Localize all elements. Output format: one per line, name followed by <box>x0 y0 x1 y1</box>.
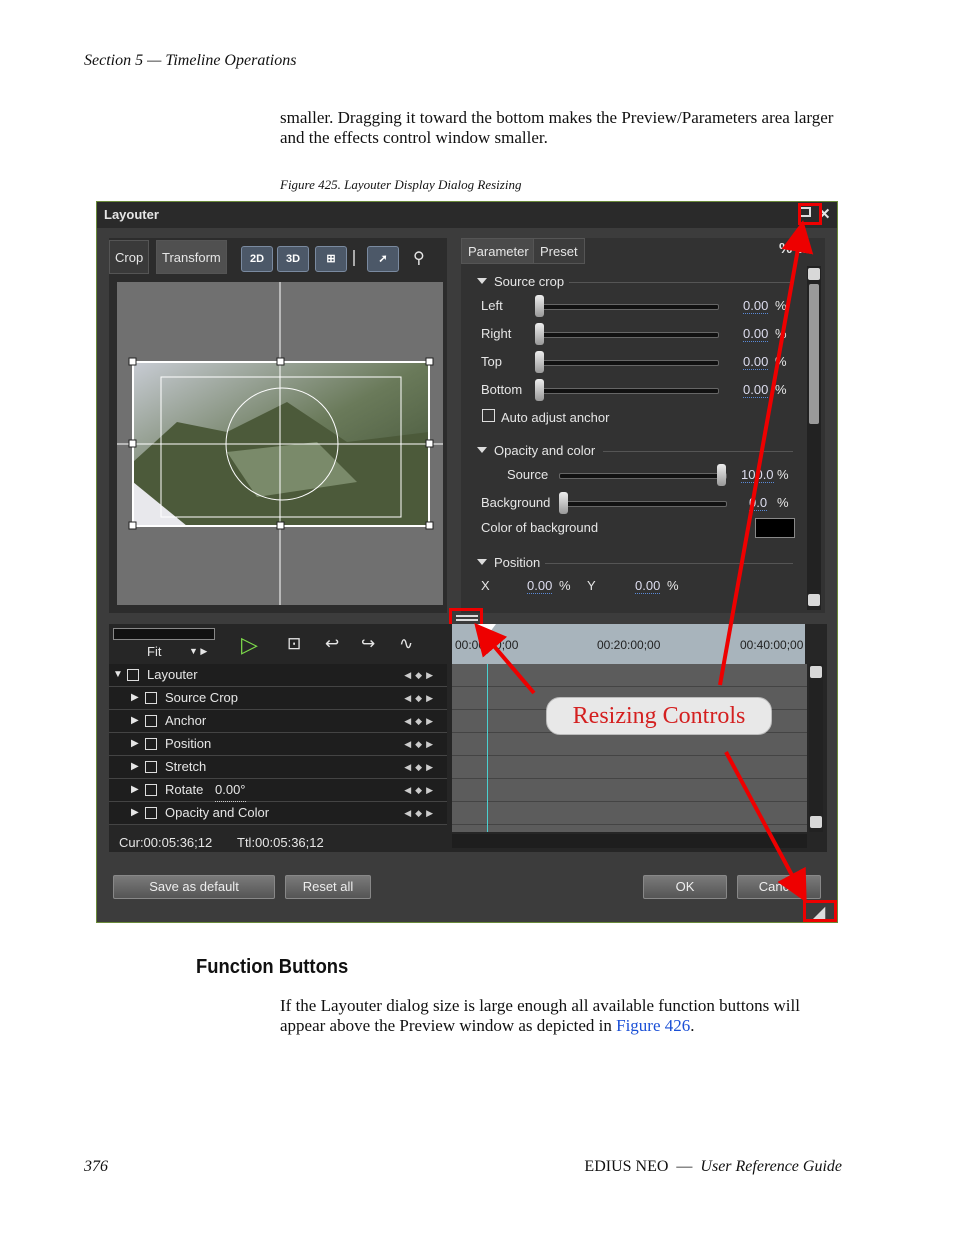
arrow-to-grip <box>724 751 807 903</box>
section-heading: Function Buttons <box>196 956 349 978</box>
resizing-controls-callout: Resizing Controls <box>546 697 772 735</box>
function-buttons-paragraph: If the Layouter dialog size is large eno… <box>280 996 840 1036</box>
footer-product: EDIUS NEO <box>584 1158 669 1175</box>
figure-426-link[interactable]: Figure 426 <box>616 1016 690 1035</box>
paragraph-text: If the Layouter dialog size is large eno… <box>280 996 800 1035</box>
footer-guide: User Reference Guide <box>700 1158 842 1175</box>
footer-separator: — <box>676 1158 693 1175</box>
paragraph-end: . <box>690 1016 695 1035</box>
running-footer: EDIUS NEO — User Reference Guide <box>584 1158 842 1176</box>
arrow-to-maximize <box>718 220 814 686</box>
arrow-to-splitter <box>474 622 536 695</box>
page-number: 376 <box>84 1158 108 1175</box>
annotation-arrows <box>474 220 814 903</box>
